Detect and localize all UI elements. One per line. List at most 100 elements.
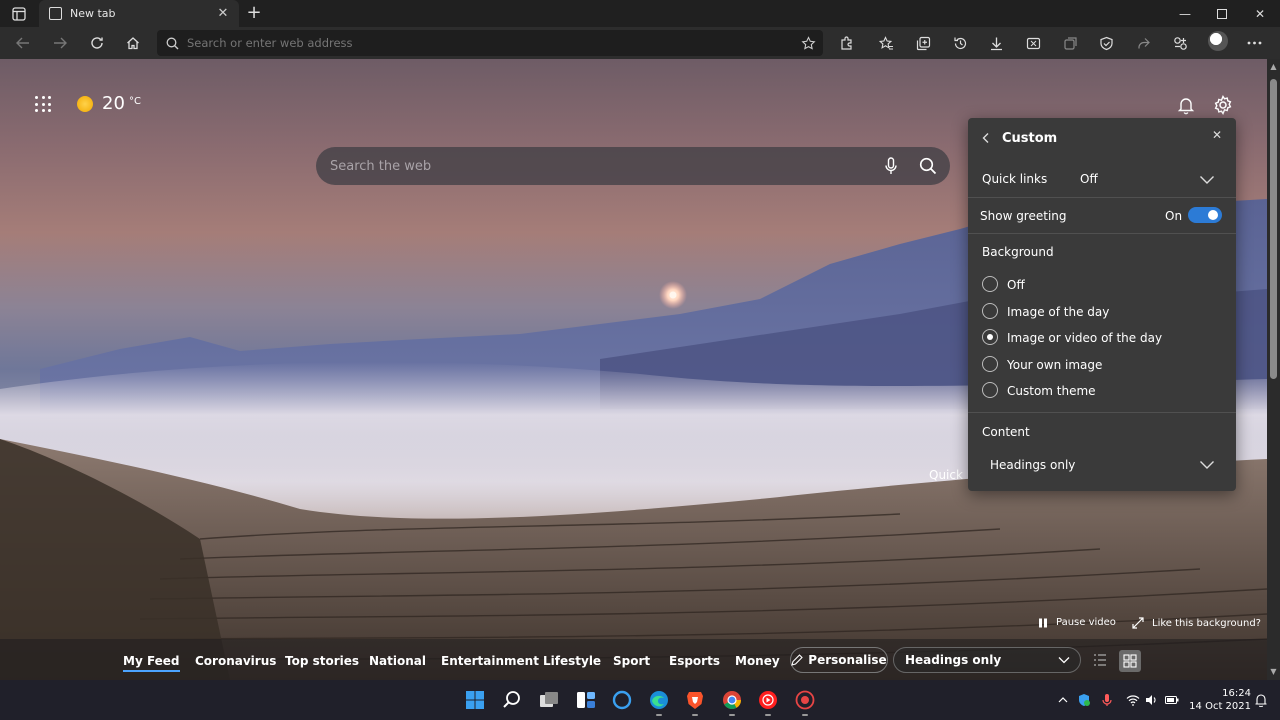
- list-view-icon[interactable]: [1093, 653, 1107, 667]
- apps-launcher-icon[interactable]: [35, 96, 51, 112]
- background-option-label[interactable]: Off: [1007, 278, 1025, 292]
- content-section-label: Content: [982, 425, 1030, 439]
- close-panel-icon[interactable]: ✕: [1210, 128, 1224, 142]
- more-options-icon[interactable]: [1241, 31, 1267, 55]
- new-tab-favicon-icon: [49, 7, 62, 20]
- task-view-icon[interactable]: [538, 689, 560, 711]
- background-option-label[interactable]: Image of the day: [1007, 305, 1109, 319]
- close-window-icon[interactable]: ✕: [1241, 0, 1279, 27]
- minimize-icon[interactable]: —: [1166, 0, 1204, 27]
- feed-nav-item[interactable]: Coronavirus: [195, 654, 276, 668]
- address-bar[interactable]: [157, 30, 823, 56]
- feed-nav-item[interactable]: My Feed: [123, 654, 180, 672]
- voice-search-mic-icon[interactable]: [876, 157, 906, 175]
- edge-browser-icon[interactable]: [648, 689, 670, 711]
- quick-links-partial-label[interactable]: Quick li: [929, 468, 973, 482]
- feed-nav-item[interactable]: Money: [735, 654, 780, 668]
- share-icon[interactable]: [1130, 31, 1156, 55]
- taskbar-clock[interactable]: 16:24 14 Oct 2021: [1185, 687, 1251, 713]
- background-radio-image-of-day[interactable]: [982, 303, 998, 319]
- show-hidden-icons-chevron-up-icon[interactable]: [1056, 693, 1070, 707]
- divider: [968, 233, 1236, 234]
- feed-nav-item[interactable]: Top stories: [285, 654, 359, 668]
- page-settings-gear-icon[interactable]: [1212, 94, 1234, 116]
- background-option-label[interactable]: Custom theme: [1007, 384, 1096, 398]
- widgets-icon[interactable]: [575, 689, 597, 711]
- quick-links-chevron-down-icon[interactable]: [1199, 175, 1215, 185]
- feed-nav-item[interactable]: Sport: [613, 654, 650, 668]
- background-radio-own-image[interactable]: [982, 356, 998, 372]
- feed-nav-item[interactable]: Entertainment: [441, 654, 539, 668]
- performance-icon[interactable]: [1057, 31, 1083, 55]
- weather-sun-icon[interactable]: [77, 96, 93, 112]
- feed-nav-item[interactable]: Lifestyle: [543, 654, 601, 668]
- background-radio-image-or-video[interactable]: [982, 329, 998, 345]
- title-bar: New tab ✕ + — ✕: [0, 0, 1280, 27]
- background-radio-off[interactable]: [982, 276, 998, 292]
- back-chevron-icon[interactable]: [982, 132, 994, 146]
- feed-layout-dropdown[interactable]: Headings only: [893, 647, 1081, 673]
- screen-capture-icon[interactable]: [1020, 31, 1046, 55]
- history-icon[interactable]: [947, 31, 973, 55]
- tab-new-tab[interactable]: New tab ✕: [39, 0, 239, 27]
- chrome-browser-icon[interactable]: [721, 689, 743, 711]
- notifications-bell-icon[interactable]: [1176, 95, 1196, 115]
- page-scrollbar[interactable]: ▲ ▼: [1267, 59, 1280, 680]
- grid-view-icon[interactable]: [1119, 650, 1141, 672]
- web-search-input[interactable]: [330, 158, 876, 174]
- downloads-icon[interactable]: [983, 31, 1009, 55]
- panel-title: Custom: [1002, 131, 1058, 146]
- start-windows-icon[interactable]: [464, 689, 486, 711]
- personalise-button[interactable]: Personalise: [790, 647, 888, 673]
- weather-unit: °C: [129, 96, 141, 107]
- brave-browser-icon[interactable]: [684, 689, 706, 711]
- taskbar-search-icon[interactable]: [501, 689, 523, 711]
- maximize-icon[interactable]: [1203, 0, 1241, 27]
- home-icon[interactable]: [120, 31, 146, 55]
- back-icon[interactable]: [10, 31, 36, 55]
- forward-icon[interactable]: [47, 31, 73, 55]
- custom-layout-panel: Custom ✕ Quick links Off Show greeting O…: [968, 118, 1236, 491]
- content-value[interactable]: Headings only: [990, 458, 1075, 472]
- collections-icon[interactable]: [910, 31, 936, 55]
- tab-actions-icon[interactable]: [8, 5, 30, 23]
- recorder-icon[interactable]: [794, 689, 816, 711]
- volume-icon[interactable]: [1145, 693, 1159, 707]
- new-tab-button[interactable]: +: [244, 3, 264, 23]
- battery-icon[interactable]: [1165, 693, 1179, 707]
- weather-temperature[interactable]: 20: [102, 93, 125, 114]
- pause-video-button[interactable]: Pause video: [1038, 617, 1116, 628]
- cortana-icon[interactable]: [611, 689, 633, 711]
- wifi-icon[interactable]: [1126, 693, 1140, 707]
- chrome-active-indicator: [729, 714, 735, 716]
- notification-center-icon[interactable]: [1254, 693, 1268, 707]
- background-option-label[interactable]: Your own image: [1007, 358, 1102, 372]
- youtube-music-icon[interactable]: [757, 689, 779, 711]
- content-chevron-down-icon[interactable]: [1199, 460, 1215, 470]
- feed-nav-item[interactable]: National: [369, 654, 426, 668]
- close-tab-icon[interactable]: ✕: [216, 6, 230, 21]
- scroll-down-icon[interactable]: ▼: [1269, 667, 1278, 676]
- feed-nav-item[interactable]: Esports: [669, 654, 720, 668]
- browser-essentials-icon[interactable]: [1093, 31, 1119, 55]
- extension-puzzle-icon[interactable]: [833, 31, 859, 55]
- search-submit-icon[interactable]: [906, 157, 950, 175]
- scrollbar-thumb[interactable]: [1270, 79, 1277, 379]
- extensions-manage-icon[interactable]: [1167, 31, 1193, 55]
- background-radio-custom-theme[interactable]: [982, 382, 998, 398]
- microphone-icon[interactable]: [1100, 693, 1114, 707]
- quick-links-value[interactable]: Off: [1080, 172, 1098, 186]
- security-shield-icon[interactable]: [1077, 693, 1091, 707]
- background-option-label[interactable]: Image or video of the day: [1007, 331, 1162, 345]
- add-favorite-icon[interactable]: [793, 35, 823, 51]
- scroll-up-icon[interactable]: ▲: [1269, 62, 1278, 71]
- profile-avatar[interactable]: [1208, 31, 1228, 51]
- show-greeting-toggle[interactable]: [1188, 207, 1222, 223]
- brave-active-indicator: [692, 714, 698, 716]
- address-input[interactable]: [187, 36, 793, 50]
- favorites-icon[interactable]: [873, 31, 899, 55]
- pause-video-label: Pause video: [1056, 617, 1116, 628]
- like-background-button[interactable]: Like this background?: [1132, 617, 1261, 629]
- web-search-box[interactable]: [316, 147, 950, 185]
- refresh-icon[interactable]: [84, 31, 110, 55]
